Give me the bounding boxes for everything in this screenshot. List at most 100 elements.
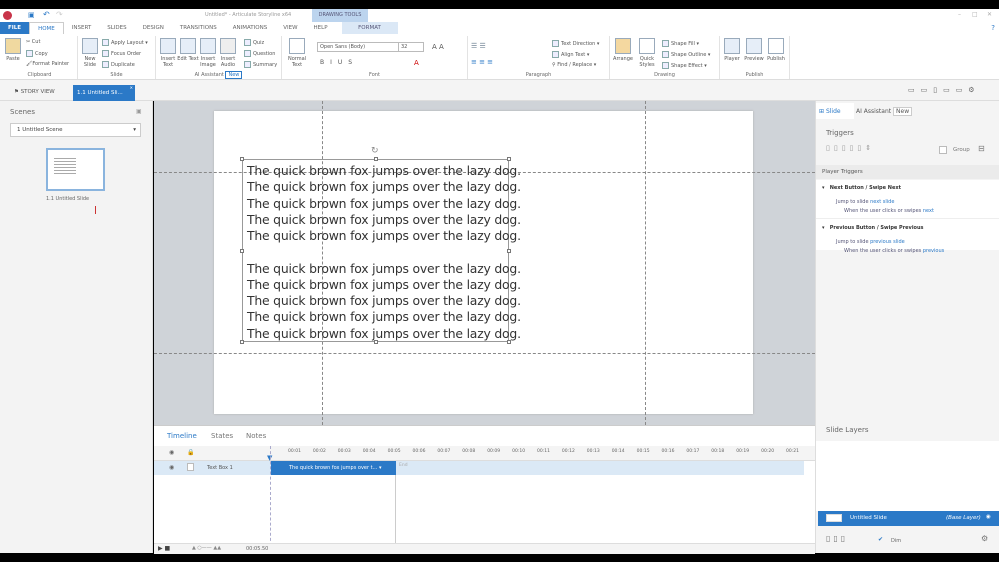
trigger-prev-action[interactable]: Jump to slide previous slide — [836, 239, 905, 245]
resize-handle[interactable] — [374, 157, 378, 161]
resize-handle[interactable] — [507, 340, 511, 344]
duplicate-button[interactable]: Duplicate — [102, 61, 135, 68]
tab-view[interactable]: VIEW — [275, 22, 305, 34]
save-icon[interactable]: ▣ — [28, 11, 35, 19]
layout-icons[interactable]: ▭▭▯▭▭⚙ — [908, 86, 981, 94]
tab-animations[interactable]: ANIMATIONS — [225, 22, 276, 34]
tab-timeline[interactable]: Timeline — [167, 432, 197, 440]
new-slide-button[interactable]: New Slide — [79, 38, 101, 68]
summary-button[interactable]: Summary — [244, 61, 277, 68]
slide-tab[interactable]: 1.1 Untitled Sli... ✕ — [73, 85, 135, 101]
guide-vertical[interactable] — [645, 101, 646, 425]
align-text-button[interactable]: Align Text ▾ — [552, 51, 589, 58]
paragraph-label: Paragraph — [525, 72, 552, 78]
tab-slide[interactable]: ⊞ Slide — [816, 103, 854, 119]
find-replace-button[interactable]: ⚲ Find / Replace ▾ — [552, 62, 596, 68]
tab-states[interactable]: States — [211, 432, 233, 440]
tab-file[interactable]: FILE — [0, 22, 30, 34]
play-icon[interactable]: ▶ ■ — [158, 545, 170, 552]
close-tab-icon[interactable]: ✕ — [130, 85, 133, 90]
arrange-button[interactable]: Arrange — [612, 38, 634, 62]
slide-thumbnail[interactable] — [46, 148, 105, 191]
apply-layout-button[interactable]: Apply Layout ▾ — [102, 39, 148, 46]
scene-select[interactable]: 1 Untitled Scene ▾ — [10, 123, 141, 137]
layer-toolbar[interactable]: ▯▯▯ — [826, 534, 848, 543]
group-checkbox[interactable] — [939, 146, 947, 154]
text-direction-button[interactable]: Text Direction ▾ — [552, 40, 599, 47]
resize-handle[interactable] — [240, 157, 244, 161]
eye-icon[interactable]: ◉ — [169, 449, 174, 456]
align-left-icon[interactable]: ≡ ≡ ≡ — [471, 58, 493, 66]
focus-order-button[interactable]: Focus Order — [102, 50, 141, 57]
player-button[interactable]: Player — [721, 38, 743, 62]
undo-icon[interactable]: ↶ — [43, 10, 50, 19]
insert-image-button[interactable]: Insert Image — [197, 38, 219, 68]
base-layer-row[interactable]: Untitled Slide (Base Layer) ◉ — [818, 511, 999, 526]
resize-handle[interactable] — [507, 249, 511, 253]
timeline-panel: Timeline States Notes ◉ 🔒 00:01 00:02 00:0… — [154, 425, 815, 554]
paste-button[interactable]: Paste — [2, 38, 24, 62]
tab-help[interactable]: HELP — [306, 22, 336, 34]
tab-slides[interactable]: SLIDES — [99, 22, 134, 34]
dim-checkbox[interactable]: ✔ — [878, 536, 883, 543]
trigger-next-action[interactable]: Jump to slide next slide — [836, 199, 894, 205]
resize-handle[interactable] — [507, 157, 511, 161]
tab-notes[interactable]: Notes — [246, 432, 266, 440]
tab-transitions[interactable]: TRANSITIONS — [172, 22, 225, 34]
format-painter-button[interactable]: 🖌Format Painter — [26, 61, 69, 67]
redo-icon[interactable]: ↷ — [56, 10, 63, 19]
preview-button[interactable]: Preview — [743, 38, 765, 62]
trigger-prev-condition[interactable]: When the user clicks or swipes previous — [844, 248, 944, 254]
lock-checkbox[interactable] — [187, 463, 194, 471]
font-format-buttons[interactable]: BIUS — [320, 59, 358, 66]
float-panel-icon[interactable]: ▣ — [136, 108, 142, 115]
font-family-select[interactable]: Open Sans (Body) — [317, 42, 399, 52]
bullets-icon[interactable]: ☰ ☰ — [471, 42, 486, 50]
shape-fill-button[interactable]: Shape Fill ▾ — [662, 40, 699, 47]
trigger-next-title[interactable]: ▾ Next Button / Swipe Next — [822, 185, 901, 191]
quiz-button[interactable]: Quiz — [244, 39, 264, 46]
shape-effect-button[interactable]: Shape Effect ▾ — [662, 62, 707, 69]
zoom-slider[interactable]: ▲ ○—— ▲▲ — [192, 545, 221, 551]
resize-handle[interactable] — [240, 249, 244, 253]
eye-icon[interactable]: ◉ — [986, 514, 991, 520]
tab-home[interactable]: HOME — [29, 22, 64, 34]
resize-handle[interactable] — [374, 340, 378, 344]
rotate-handle-icon[interactable]: ↻ — [371, 146, 379, 156]
maximize-button[interactable]: □ — [972, 11, 978, 18]
question-button[interactable]: Question — [244, 50, 275, 57]
visibility-icon[interactable]: ◉ — [169, 464, 174, 471]
resize-handle[interactable] — [240, 340, 244, 344]
text-box[interactable]: The quick brown fox jumps over the lazy … — [240, 146, 521, 344]
close-button[interactable]: ✕ — [987, 11, 992, 18]
guide-horizontal[interactable] — [154, 353, 815, 354]
trigger-prev-title[interactable]: ▾ Previous Button / Swipe Previous — [822, 225, 924, 231]
minimize-button[interactable]: – — [958, 11, 961, 18]
tab-design[interactable]: DESIGN — [135, 22, 172, 34]
help-icon[interactable]: ? — [991, 24, 995, 32]
insert-audio-button[interactable]: Insert Audio — [217, 38, 239, 68]
tab-format[interactable]: FORMAT — [341, 22, 398, 34]
edit-text-button[interactable]: Edit Text — [177, 38, 199, 62]
publish-button[interactable]: Publish — [765, 38, 787, 62]
copy-button[interactable]: Copy — [26, 50, 48, 57]
font-size-select[interactable]: 32 — [398, 42, 424, 52]
timeline-row[interactable] — [154, 461, 804, 475]
trigger-toolbar[interactable]: ▯▯▯▯▯⇕ — [826, 144, 875, 152]
tab-insert[interactable]: INSERT — [64, 22, 99, 34]
story-view-tab[interactable]: ⚑ STORY VIEW — [14, 89, 55, 95]
variables-icon[interactable]: ⊟ — [978, 144, 985, 153]
grow-font-icon[interactable]: A A — [432, 43, 444, 51]
normal-text-button[interactable]: Normal Text — [286, 38, 308, 68]
cut-button[interactable]: ✂ Cut — [26, 39, 40, 45]
lock-icon[interactable]: 🔒 — [187, 449, 194, 456]
tab-ai-assistant[interactable]: AI Assistant New — [856, 107, 913, 116]
end-marker[interactable]: End — [399, 463, 408, 468]
shape-outline-button[interactable]: Shape Outline ▾ — [662, 51, 710, 58]
quick-styles-button[interactable]: Quick Styles — [636, 38, 658, 68]
timeline-bar[interactable]: The quick brown fox jumps over t... ▾ — [271, 461, 396, 475]
trigger-next-condition[interactable]: When the user clicks or swipes next — [844, 208, 934, 214]
font-color-icon[interactable]: A — [414, 59, 419, 67]
insert-text-button[interactable]: Insert Text — [157, 38, 179, 68]
gear-icon[interactable]: ⚙ — [981, 534, 988, 543]
